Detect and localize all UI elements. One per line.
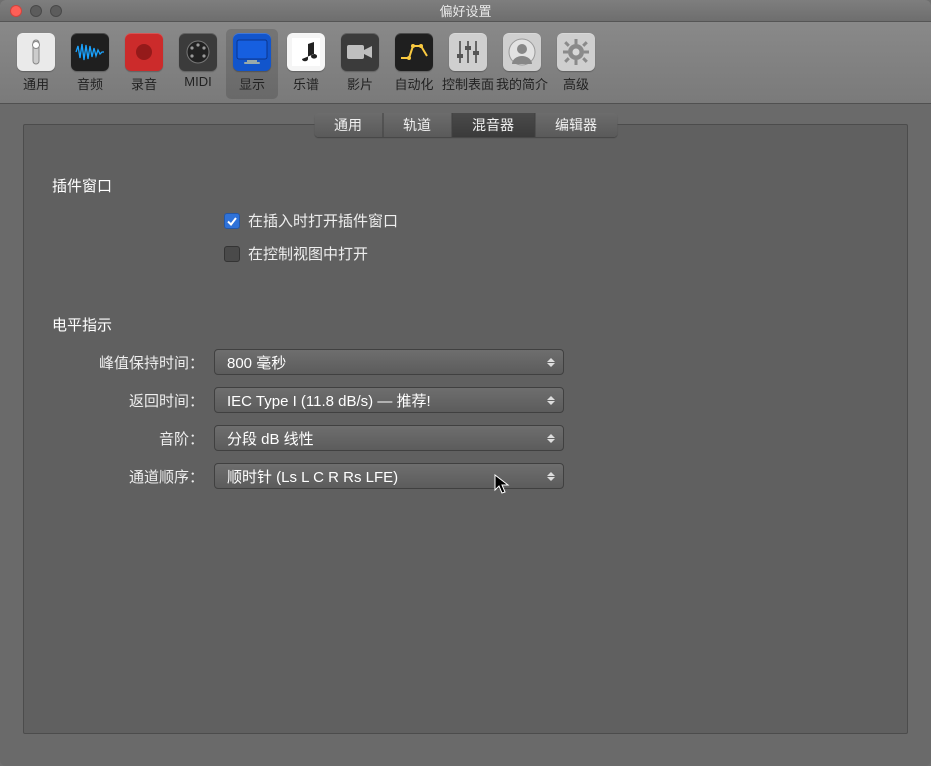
channel-order-popup[interactable]: 顺时针 (Ls L C R Rs LFE)	[214, 463, 564, 489]
video-camera-icon	[341, 33, 379, 71]
display-icon	[233, 33, 271, 71]
row-open-on-insert: 在插入时打开插件窗口	[24, 210, 907, 231]
plugin-window-heading: 插件窗口	[52, 175, 907, 196]
preferences-toolbar: 通用 音频 录音 MIDI 显示	[0, 22, 931, 104]
switch-icon	[17, 33, 55, 71]
channel-order-value: 顺时针 (Ls L C R Rs LFE)	[227, 466, 398, 487]
tab-general[interactable]: 通用	[314, 113, 383, 137]
window-controls	[0, 5, 62, 17]
checkbox-open-in-control-view[interactable]	[224, 246, 240, 262]
toolbar-item-automation[interactable]: 自动化	[388, 29, 440, 99]
tab-mixer[interactable]: 混音器	[452, 113, 535, 137]
toolbar-item-advanced[interactable]: 高级	[550, 29, 602, 99]
sub-tabs: 通用 轨道 混音器 编辑器	[314, 113, 617, 137]
toolbar-item-score[interactable]: 乐谱	[280, 29, 332, 99]
toolbar-item-record[interactable]: 录音	[118, 29, 170, 99]
close-window-button[interactable]	[10, 5, 22, 17]
checkbox-open-on-insert-label: 在插入时打开插件窗口	[248, 210, 398, 231]
minimize-window-button[interactable]	[30, 5, 42, 17]
row-channel-order: 通道顺序： 顺时针 (Ls L C R Rs LFE)	[24, 463, 907, 489]
row-return-time: 返回时间： IEC Type I (11.8 dB/s) — 推荐!	[24, 387, 907, 413]
scale-value: 分段 dB 线性	[227, 428, 314, 449]
row-scale: 音阶： 分段 dB 线性	[24, 425, 907, 451]
plugin-window-section: 插件窗口 在插入时打开插件窗口 在控制视图中打开	[24, 175, 907, 264]
checkbox-open-in-control-view-label: 在控制视图中打开	[248, 243, 368, 264]
waveform-icon	[71, 33, 109, 71]
titlebar: 偏好设置	[0, 0, 931, 22]
toolbar-item-control-surface[interactable]: 控制表面	[442, 29, 494, 99]
zoom-window-button[interactable]	[50, 5, 62, 17]
toolbar-item-audio[interactable]: 音频	[64, 29, 116, 99]
content-area: 通用 轨道 混音器 编辑器 插件窗口 在插入时打开插件窗口	[0, 104, 931, 754]
level-meter-section: 电平指示 峰值保持时间： 800 毫秒 返回时间： IEC Type I (11…	[24, 314, 907, 489]
toolbar-item-display[interactable]: 显示	[226, 29, 278, 99]
faders-icon	[449, 33, 487, 71]
toolbar-item-my-info[interactable]: 我的简介	[496, 29, 548, 99]
settings-panel: 通用 轨道 混音器 编辑器 插件窗口 在插入时打开插件窗口	[23, 124, 908, 734]
record-icon	[125, 33, 163, 71]
tab-track[interactable]: 轨道	[383, 113, 452, 137]
automation-curve-icon	[395, 33, 433, 71]
checkbox-open-on-insert[interactable]	[224, 213, 240, 229]
row-peak-hold: 峰值保持时间： 800 毫秒	[24, 349, 907, 375]
music-note-icon	[287, 33, 325, 71]
updown-arrows-icon	[544, 434, 558, 443]
toolbar-item-general[interactable]: 通用	[10, 29, 62, 99]
preferences-window: 偏好设置 通用 音频 录音 MIDI	[0, 0, 931, 766]
level-meter-heading: 电平指示	[52, 314, 907, 335]
person-icon	[503, 33, 541, 71]
updown-arrows-icon	[544, 396, 558, 405]
gear-icon	[557, 33, 595, 71]
scale-label: 音阶：	[24, 428, 214, 449]
tab-editor[interactable]: 编辑器	[535, 113, 617, 137]
scale-popup[interactable]: 分段 dB 线性	[214, 425, 564, 451]
return-time-label: 返回时间：	[24, 390, 214, 411]
updown-arrows-icon	[544, 358, 558, 367]
return-time-popup[interactable]: IEC Type I (11.8 dB/s) — 推荐!	[214, 387, 564, 413]
row-open-in-control-view: 在控制视图中打开	[24, 243, 907, 264]
return-time-value: IEC Type I (11.8 dB/s) — 推荐!	[227, 390, 431, 411]
channel-order-label: 通道顺序：	[24, 466, 214, 487]
midi-port-icon	[179, 33, 217, 71]
peak-hold-label: 峰值保持时间：	[24, 352, 214, 373]
peak-hold-popup[interactable]: 800 毫秒	[214, 349, 564, 375]
peak-hold-value: 800 毫秒	[227, 352, 286, 373]
toolbar-item-video[interactable]: 影片	[334, 29, 386, 99]
toolbar-item-midi[interactable]: MIDI	[172, 29, 224, 99]
updown-arrows-icon	[544, 472, 558, 481]
window-title: 偏好设置	[0, 1, 931, 20]
